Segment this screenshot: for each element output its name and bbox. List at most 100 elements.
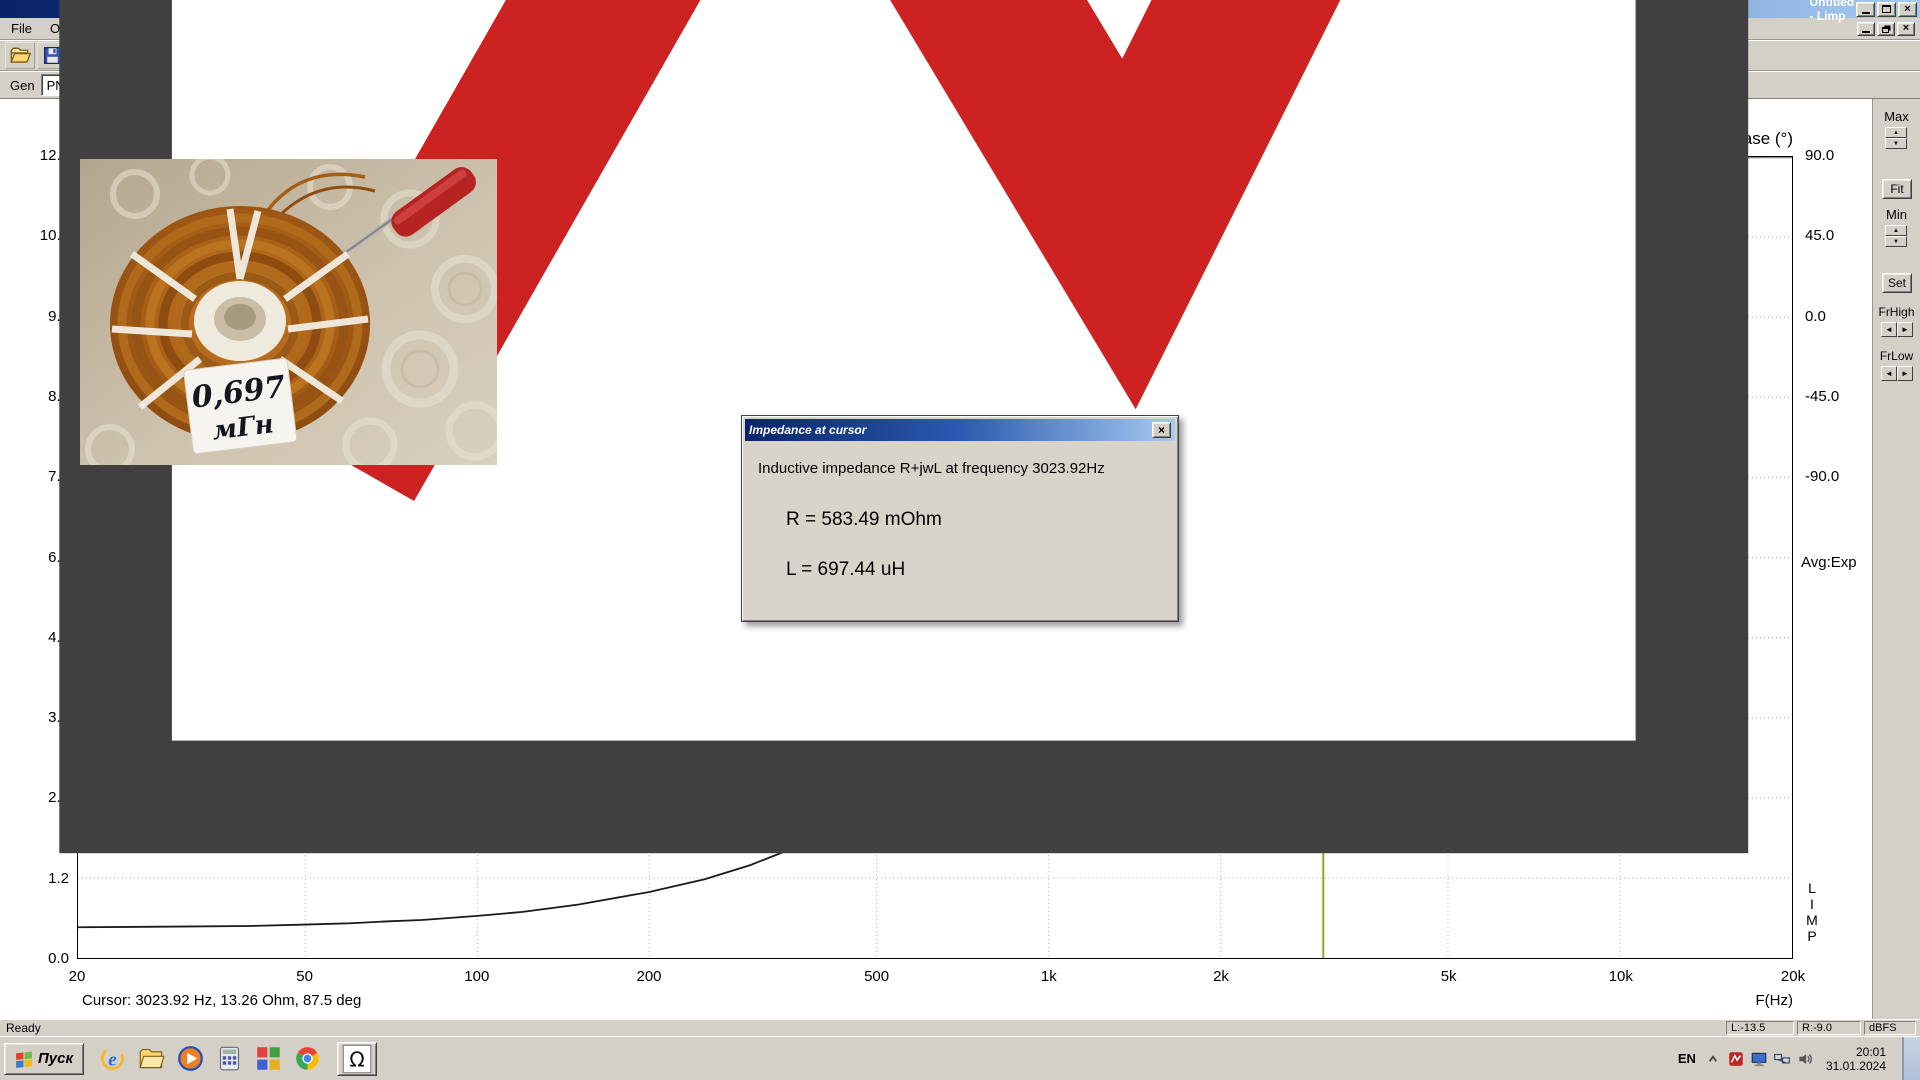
- handwritten-label: 0,697 мГн: [184, 358, 297, 454]
- status-left-level: L:-13.5: [1726, 1021, 1794, 1035]
- max-up-button[interactable]: ▲: [1885, 127, 1907, 138]
- file-explorer-icon: [138, 1045, 165, 1072]
- graphics-tool-icon: [255, 1045, 282, 1072]
- quicklaunch-graphics-tool[interactable]: [252, 1043, 284, 1075]
- phase-tick-label: 0.0: [1805, 308, 1861, 325]
- windows-logo-icon: [15, 1050, 33, 1068]
- avg-display: Avg:Exp: [1801, 554, 1857, 571]
- quick-launch: e: [96, 1043, 323, 1075]
- tray-volume-icon[interactable]: [1796, 1050, 1814, 1068]
- dialog-description: Inductive impedance R+jwL at frequency 3…: [758, 460, 1105, 477]
- tray-arta-tray-icon[interactable]: [1727, 1050, 1745, 1068]
- x-tick-label: 100: [447, 968, 507, 985]
- limp-letter: L: [1802, 880, 1822, 896]
- svg-text:Ω: Ω: [349, 1047, 364, 1071]
- limp-letter: P: [1802, 928, 1822, 944]
- child-minimize-button[interactable]: [1857, 22, 1875, 36]
- max-label: Max: [1873, 109, 1920, 124]
- quicklaunch-media-player[interactable]: [174, 1043, 206, 1075]
- phase-tick-label: -45.0: [1805, 388, 1861, 405]
- min-up-button[interactable]: ▲: [1885, 225, 1907, 236]
- limp-taskbar-button[interactable]: Ω: [337, 1042, 377, 1076]
- max-down-button[interactable]: ▼: [1885, 138, 1907, 149]
- titlebar[interactable]: Untitled - Limp ×: [0, 0, 1920, 18]
- right-control-strip: Max ▲ ▼ Fit Min ▲ ▼ Set FrHigh ◄ ► FrLow: [1872, 99, 1920, 1019]
- quicklaunch-calculator[interactable]: [213, 1043, 245, 1075]
- child-minimize-icon: [1862, 31, 1870, 33]
- x-tick-label: 200: [619, 968, 679, 985]
- max-spinner: ▲ ▼: [1885, 127, 1907, 149]
- dialog-inductance-value: L = 697.44 uH: [786, 559, 905, 581]
- internet-explorer-icon: e: [99, 1045, 126, 1072]
- child-restore-button[interactable]: [1877, 22, 1895, 36]
- maximize-button[interactable]: [1877, 2, 1896, 17]
- media-player-icon: [177, 1045, 204, 1072]
- min-down-button[interactable]: ▼: [1885, 236, 1907, 247]
- quicklaunch-file-explorer[interactable]: [135, 1043, 167, 1075]
- frhigh-left-button[interactable]: ◄: [1881, 322, 1897, 337]
- start-button[interactable]: Пуск: [4, 1043, 84, 1075]
- min-spinner: ▲ ▼: [1885, 225, 1907, 247]
- quicklaunch-chrome[interactable]: [291, 1043, 323, 1075]
- frlow-left-button[interactable]: ◄: [1881, 366, 1897, 381]
- fit-button[interactable]: Fit: [1882, 179, 1912, 199]
- omega-icon: Ω: [342, 1044, 372, 1074]
- clock-date: 31.01.2024: [1826, 1059, 1886, 1073]
- status-unit: dBFS: [1864, 1021, 1916, 1035]
- frhigh-arrows: ◄ ►: [1881, 322, 1913, 337]
- status-bar: Ready L:-13.5 R:-9.0 dBFS: [0, 1019, 1920, 1036]
- child-close-button[interactable]: ×: [1897, 22, 1915, 36]
- frlow-arrows: ◄ ►: [1881, 366, 1913, 381]
- tray-display-icon[interactable]: [1750, 1050, 1768, 1068]
- coil-bobbin-hole-inner: [224, 304, 256, 330]
- taskbar-clock[interactable]: 20:01 31.01.2024: [1822, 1045, 1886, 1073]
- tray-network-icon[interactable]: [1773, 1050, 1791, 1068]
- frhigh-right-button[interactable]: ►: [1897, 322, 1913, 337]
- cursor-readout: Cursor: 3023.92 Hz, 13.26 Ohm, 87.5 deg: [82, 992, 361, 1009]
- dialog-title: Impedance at cursor: [749, 423, 1152, 437]
- limp-logo-vertical: LIMP: [1802, 880, 1822, 944]
- minimize-icon: [1862, 12, 1870, 14]
- child-restore-icon: [1882, 27, 1889, 33]
- phase-tick-label: -90.0: [1805, 468, 1861, 485]
- tray-icons: [1704, 1050, 1814, 1068]
- show-desktop-strip[interactable]: [1902, 1037, 1920, 1080]
- child-window-buttons: ×: [1855, 22, 1918, 36]
- close-button[interactable]: ×: [1898, 2, 1917, 17]
- frlow-label: FrLow: [1873, 349, 1920, 363]
- chrome-icon: [294, 1045, 321, 1072]
- tray-hidden-icons-icon[interactable]: [1704, 1050, 1722, 1068]
- y-tick-label: 0.0: [15, 950, 69, 967]
- dialog-resistance-value: R = 583.49 mOhm: [786, 509, 942, 531]
- x-tick-label: 5k: [1419, 968, 1479, 985]
- x-tick-label: 50: [275, 968, 335, 985]
- min-label: Min: [1873, 207, 1920, 222]
- minimize-button[interactable]: [1856, 2, 1875, 17]
- phase-tick-label: 90.0: [1805, 147, 1861, 164]
- x-tick-label: 500: [847, 968, 907, 985]
- inductor-photo: 0,697 мГн: [80, 159, 497, 465]
- status-right-level: R:-9.0: [1797, 1021, 1861, 1035]
- calculator-icon: [216, 1045, 243, 1072]
- impedance-at-cursor-dialog: Impedance at cursor × Inductive impedanc…: [741, 415, 1179, 622]
- set-button[interactable]: Set: [1882, 273, 1912, 293]
- maximize-icon: [1882, 5, 1891, 13]
- x-axis-title: F(Hz): [1643, 992, 1793, 1009]
- taskbar: Пуск e Ω EN 20:01 31.01.2024: [0, 1036, 1920, 1080]
- limp-letter: I: [1802, 896, 1822, 912]
- start-label: Пуск: [38, 1050, 73, 1067]
- x-tick-label: 1k: [1019, 968, 1079, 985]
- x-tick-label: 20: [47, 968, 107, 985]
- desktop: Untitled - Limp × FileOverlayEditViewRec…: [0, 0, 1920, 1080]
- dialog-titlebar[interactable]: Impedance at cursor ×: [745, 419, 1175, 441]
- language-indicator[interactable]: EN: [1678, 1051, 1696, 1066]
- frlow-right-button[interactable]: ►: [1897, 366, 1913, 381]
- clock-time: 20:01: [1826, 1045, 1886, 1059]
- dialog-close-button[interactable]: ×: [1152, 422, 1171, 438]
- phase-tick-label: 45.0: [1805, 227, 1861, 244]
- frhigh-label: FrHigh: [1873, 305, 1920, 319]
- x-tick-label: 20k: [1763, 968, 1823, 985]
- limp-letter: M: [1802, 912, 1822, 928]
- quicklaunch-internet-explorer[interactable]: e: [96, 1043, 128, 1075]
- x-tick-label: 2k: [1191, 968, 1251, 985]
